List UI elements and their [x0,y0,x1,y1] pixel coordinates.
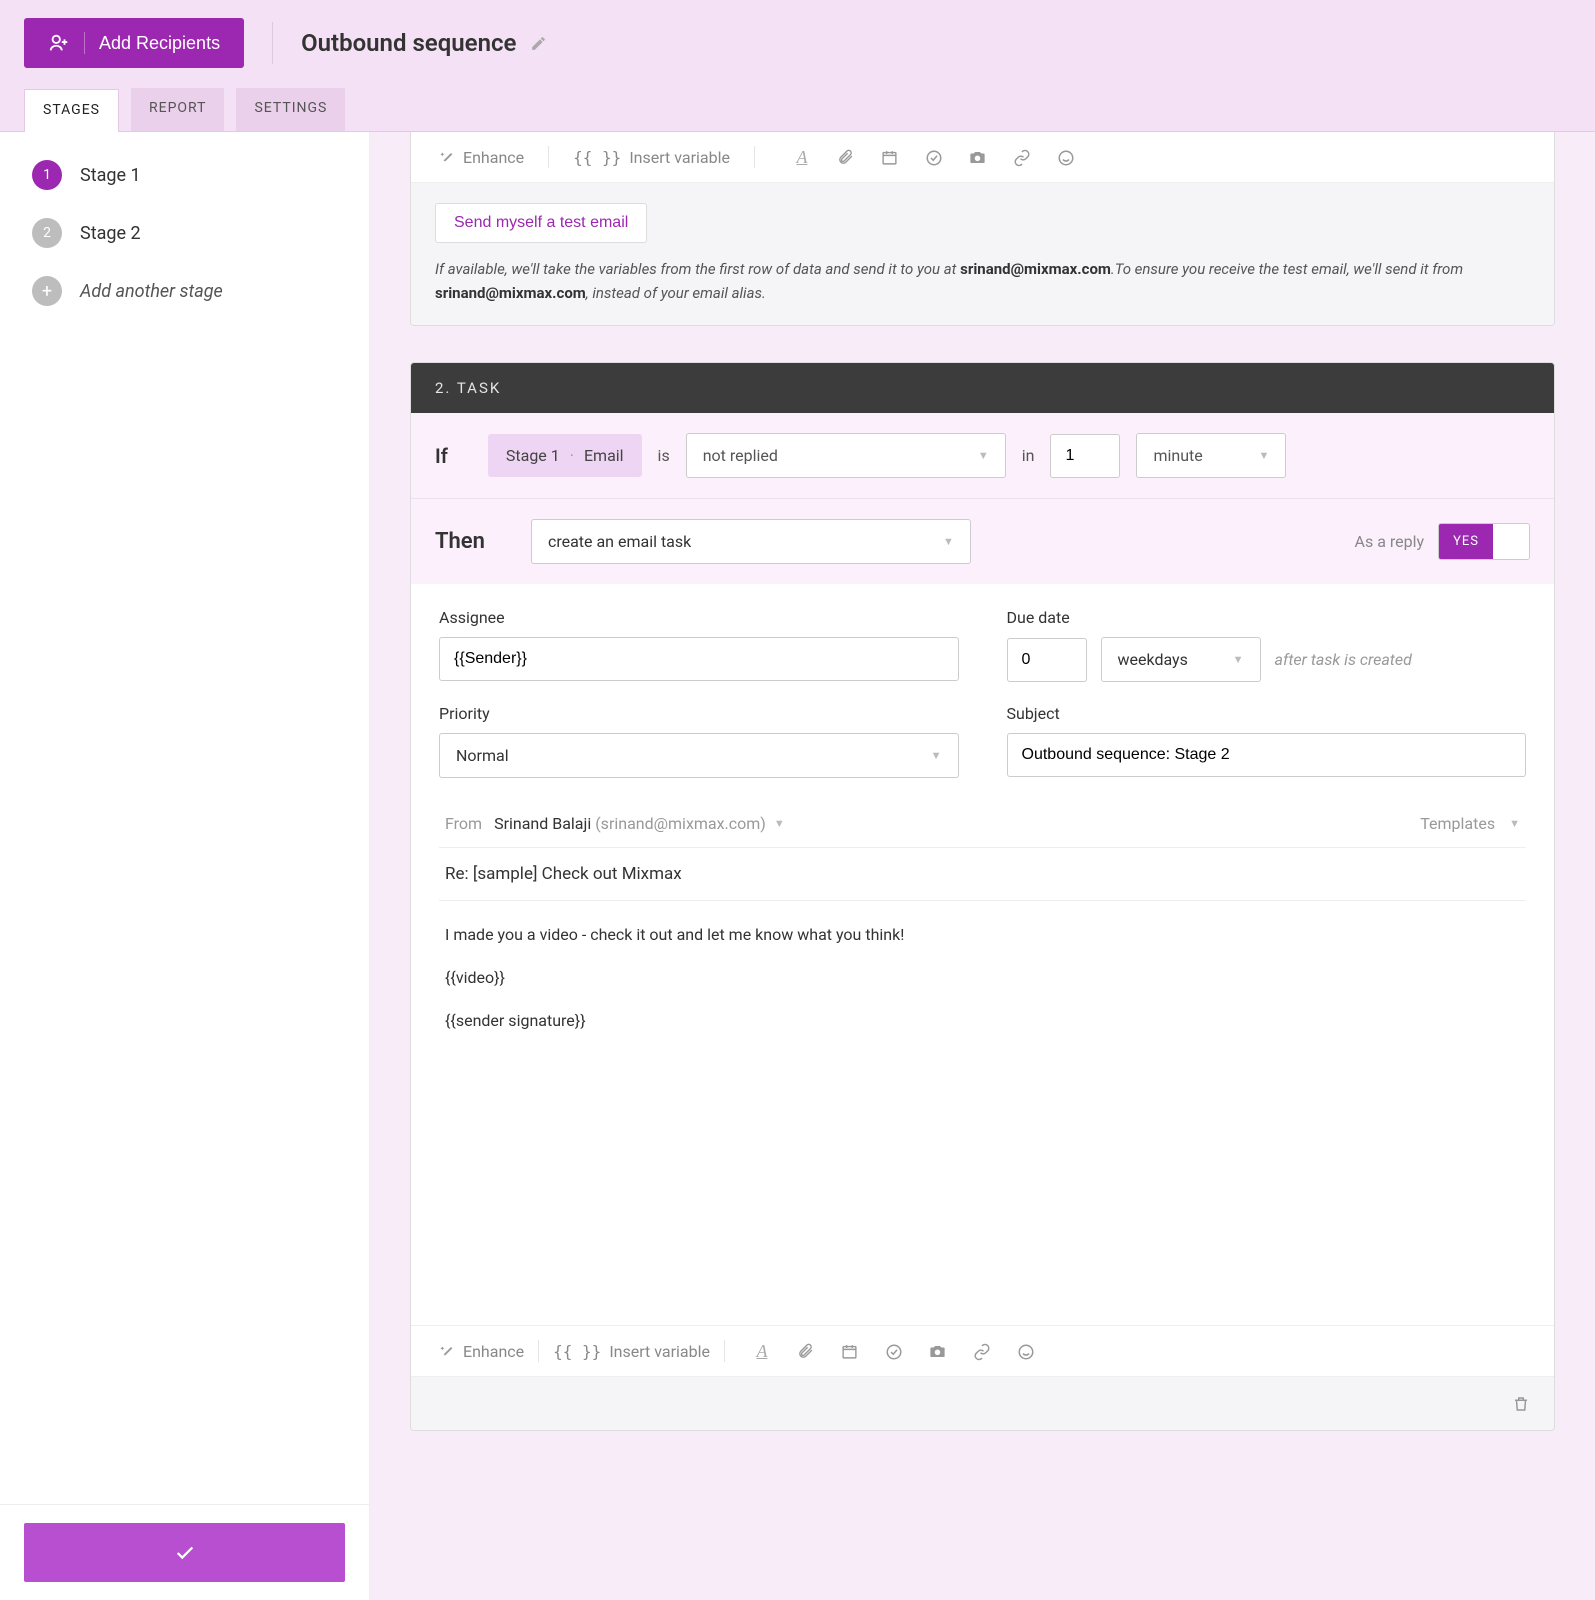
send-test-email-button[interactable]: Send myself a test email [435,203,647,243]
pencil-icon [530,35,547,52]
as-reply-toggle[interactable]: YES [1438,523,1530,560]
emoji-icon[interactable] [1015,1341,1037,1362]
check-circle-icon[interactable] [883,1341,905,1362]
email-subject-field[interactable]: Re: [sample] Check out Mixmax [439,848,1526,901]
email-body-editor[interactable]: I made you a video - check it out and le… [439,901,1526,1301]
edit-title-button[interactable] [530,35,547,52]
chevron-down-icon: ▼ [1259,449,1270,462]
camera-icon[interactable] [927,1341,949,1362]
sidebar-item-add-stage[interactable]: + Add another stage [32,276,337,306]
as-reply-label: As a reply [1355,532,1425,551]
due-date-label: Due date [1007,608,1527,627]
subject-input[interactable] [1007,733,1527,777]
from-email: (srinand@mixmax.com) [595,814,766,833]
test-email-note: If available, we'll take the variables f… [435,257,1530,305]
chevron-down-icon: ▼ [943,535,954,548]
templates-dropdown[interactable]: Templates ▼ [1420,814,1520,833]
sidebar-item-stage-1[interactable]: 1 Stage 1 [32,160,337,190]
due-unit-select[interactable]: weekdays ▼ [1101,637,1261,682]
assignee-input[interactable] [439,637,959,681]
calendar-icon[interactable] [839,1341,861,1362]
trash-icon [1512,1395,1530,1413]
stage-number-badge: 1 [32,160,62,190]
page-title: Outbound sequence [301,29,516,57]
text-format-icon[interactable]: A [751,1341,773,1362]
link-icon[interactable] [1011,147,1033,168]
user-plus-icon [48,32,70,54]
delete-task-button[interactable] [1512,1393,1530,1414]
text-format-icon[interactable]: A [791,147,813,168]
check-circle-icon[interactable] [923,147,945,168]
from-name: Srinand Balaji [494,814,591,833]
sidebar-item-stage-2[interactable]: 2 Stage 2 [32,218,337,248]
delay-value-input[interactable] [1050,434,1120,478]
delay-unit-select[interactable]: minute ▼ [1136,433,1286,478]
from-dropdown[interactable]: ▼ [774,817,785,830]
due-value-input[interactable] [1007,638,1087,682]
chevron-down-icon: ▼ [931,749,942,762]
priority-select[interactable]: Normal ▼ [439,733,959,778]
chevron-down-icon: ▼ [978,449,989,462]
stage-email-pill[interactable]: Stage 1 · Email [488,434,642,477]
check-icon [174,1542,196,1564]
calendar-icon[interactable] [879,147,901,168]
attachment-icon[interactable] [795,1341,817,1362]
attachment-icon[interactable] [835,147,857,168]
plus-icon: + [32,276,62,306]
chevron-down-icon: ▼ [1233,653,1244,666]
condition-select[interactable]: not replied ▼ [686,433,1006,478]
confirm-button[interactable] [24,1523,345,1582]
camera-icon[interactable] [967,147,989,168]
enhance-button-2[interactable]: Enhance [439,1342,524,1361]
insert-variable-button-2[interactable]: {{ }} Insert variable [553,1342,710,1361]
stage-label: Stage 2 [80,223,141,244]
tab-report[interactable]: REPORT [131,88,224,131]
add-recipients-label: Add Recipients [99,33,220,54]
tab-stages[interactable]: STAGES [24,89,119,132]
task-header: 2. TASK [411,363,1554,413]
wand-icon [439,149,455,165]
then-label: Then [435,529,485,554]
chevron-down-icon: ▼ [1509,817,1520,830]
stage-number-badge: 2 [32,218,62,248]
stage-label: Stage 1 [80,165,141,186]
from-label: From [445,814,482,833]
in-label: in [1022,446,1035,465]
enhance-button[interactable]: Enhance [439,148,524,167]
insert-variable-button[interactable]: {{ }} Insert variable [573,148,730,167]
add-stage-label: Add another stage [80,281,223,302]
priority-label: Priority [439,704,959,723]
link-icon[interactable] [971,1341,993,1362]
wand-icon [439,1343,455,1359]
braces-icon: {{ }} [553,1342,601,1361]
due-hint: after task is created [1275,650,1412,669]
braces-icon: {{ }} [573,148,621,167]
tab-settings[interactable]: SETTINGS [236,88,345,131]
is-label: is [658,446,670,465]
add-recipients-button[interactable]: Add Recipients [24,18,244,68]
action-select[interactable]: create an email task ▼ [531,519,971,564]
if-label: If [435,444,448,468]
assignee-label: Assignee [439,608,959,627]
emoji-icon[interactable] [1055,147,1077,168]
subject-label: Subject [1007,704,1527,723]
